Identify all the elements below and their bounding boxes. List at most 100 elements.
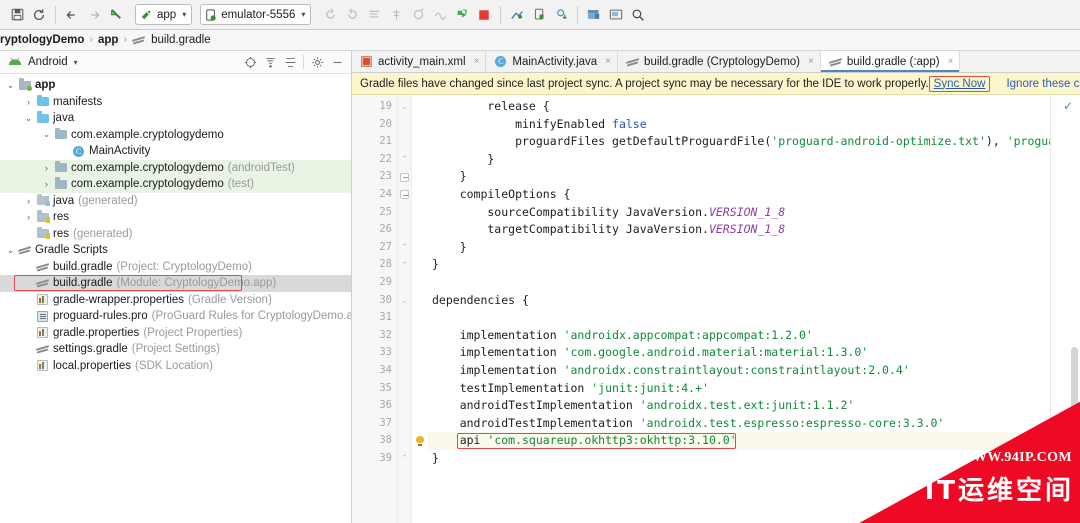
hide-panel-icon[interactable] — [327, 52, 347, 72]
fold-start-down-icon[interactable]: ⌄ — [398, 292, 411, 310]
code-line[interactable]: release { — [428, 98, 1080, 116]
tree-item-manifests[interactable]: › manifests — [0, 94, 351, 111]
tree-item-gradle-scripts[interactable]: ⌄ Gradle Scripts — [0, 242, 351, 259]
tree-item-res[interactable]: res (generated) — [0, 226, 351, 243]
tree-item-app[interactable]: ⌄ app — [0, 77, 351, 94]
code-text-column[interactable]: release { minifyEnabled false proguardFi… — [428, 95, 1080, 523]
tree-item-mainactivity[interactable]: C MainActivity — [0, 143, 351, 160]
fold-collapse-icon[interactable] — [398, 186, 411, 204]
nav-forward-button[interactable] — [83, 4, 105, 26]
settings-gear-icon[interactable] — [307, 52, 327, 72]
code-line[interactable]: } — [428, 239, 1080, 257]
tree-item-gradle-properties[interactable]: gradle.properties (Project Properties) — [0, 325, 351, 342]
layout-inspector-icon[interactable] — [429, 4, 451, 26]
chevron-right-icon[interactable]: › — [22, 212, 35, 222]
code-line[interactable]: implementation 'androidx.constraintlayou… — [428, 362, 1080, 380]
code-line[interactable]: androidTestImplementation 'androidx.test… — [428, 397, 1080, 415]
code-line[interactable]: } — [428, 151, 1080, 169]
tree-item-java[interactable]: ⌄ java — [0, 110, 351, 127]
code-editor[interactable]: 19 20 21 22 23 24 25 26 27 28 29 30 31 32 33 34 35 36 37 38… — [352, 95, 1080, 523]
save-all-button[interactable] — [6, 4, 28, 26]
fold-start-down-icon[interactable]: ⌄ — [398, 98, 411, 116]
tree-item-build-gradle[interactable]: build.gradle (Module: CryptologyDemo.app) — [0, 275, 351, 292]
breadcrumb-item-file[interactable]: build.gradle — [151, 34, 210, 46]
device-file-explorer-icon[interactable] — [506, 4, 528, 26]
sdk-download-icon[interactable] — [550, 4, 572, 26]
undo-arrow-icon[interactable] — [105, 4, 127, 26]
code-line[interactable]: implementation 'com.google.android.mater… — [428, 344, 1080, 362]
chevron-down-icon[interactable]: ⌄ — [40, 129, 53, 140]
run-button[interactable] — [451, 4, 473, 26]
intention-bulb-column[interactable] — [412, 95, 428, 523]
editor-tab-activity-main-xml[interactable]: activity_main.xml × — [352, 51, 487, 72]
code-line[interactable]: testImplementation 'junit:junit:4.+' — [428, 380, 1080, 398]
attach-debugger-icon[interactable] — [407, 4, 429, 26]
sync-now-link[interactable]: Sync Now — [928, 75, 991, 92]
editor-tab-build-gradle-cryptologydemo[interactable]: build.gradle (CryptologyDemo) × — [618, 51, 821, 72]
tree-item-proguard-rules-pro[interactable]: proguard-rules.pro (ProGuard Rules for Cr… — [0, 308, 351, 325]
chevron-right-icon[interactable]: › — [22, 97, 35, 107]
expand-all-icon[interactable] — [260, 52, 280, 72]
close-icon[interactable]: × — [474, 56, 480, 67]
chevron-down-icon[interactable]: ⌄ — [22, 113, 35, 124]
tree-item-com-example-cryptologydemo[interactable]: › com.example.cryptologydemo (androidTest) — [0, 159, 351, 176]
sync-gradle-icon[interactable] — [319, 4, 341, 26]
fold-end-up-icon[interactable]: ⌃ — [398, 239, 411, 257]
code-line[interactable]: sourceCompatibility JavaVersion.VERSION_… — [428, 204, 1080, 222]
run-configuration-selector[interactable]: app ▾ — [135, 4, 193, 25]
breadcrumb-item-module[interactable]: app — [98, 34, 118, 46]
select-opened-file-icon[interactable] — [240, 52, 260, 72]
tree-item-gradle-wrapper-properties[interactable]: gradle-wrapper.properties (Gradle Version… — [0, 292, 351, 309]
collapse-all-icon[interactable] — [280, 52, 300, 72]
chevron-right-icon[interactable]: › — [40, 163, 53, 173]
tree-item-build-gradle[interactable]: build.gradle (Project: CryptologyDemo) — [0, 259, 351, 276]
tree-item-java[interactable]: › java (generated) — [0, 193, 351, 210]
close-icon[interactable]: × — [948, 56, 954, 67]
chevron-down-icon[interactable]: ⌄ — [4, 80, 17, 91]
terminal-icon[interactable] — [605, 4, 627, 26]
chevron-right-icon[interactable]: › — [22, 196, 35, 206]
code-line[interactable]: } — [428, 256, 1080, 274]
avd-manager-icon[interactable] — [341, 4, 363, 26]
close-icon[interactable]: × — [605, 56, 611, 67]
editor-tab-build-gradle-app[interactable]: build.gradle (:app) × — [820, 51, 961, 72]
chevron-down-icon[interactable]: ⌄ — [4, 245, 17, 256]
fold-end-up-icon[interactable]: ⌃ — [398, 450, 411, 468]
intention-bulb-icon[interactable] — [412, 432, 428, 450]
fold-collapse-icon[interactable] — [398, 168, 411, 186]
tree-item-com-example-cryptologydemo[interactable]: ⌄ com.example.cryptologydemo — [0, 127, 351, 144]
code-line[interactable]: } — [428, 450, 1080, 468]
profiler-icon[interactable] — [385, 4, 407, 26]
search-everywhere-icon[interactable] — [627, 4, 649, 26]
tree-item-local-properties[interactable]: local.properties (SDK Location) — [0, 358, 351, 375]
device-manager-icon[interactable] — [528, 4, 550, 26]
code-line[interactable]: targetCompatibility JavaVersion.VERSION_… — [428, 221, 1080, 239]
chevron-right-icon[interactable]: › — [40, 179, 53, 189]
tree-item-settings-gradle[interactable]: settings.gradle (Project Settings) — [0, 341, 351, 358]
tree-item-res[interactable]: › res — [0, 209, 351, 226]
code-line[interactable] — [428, 309, 1080, 327]
code-line[interactable]: proguardFiles getDefaultProguardFile('pr… — [428, 133, 1080, 151]
code-line[interactable]: implementation 'androidx.appcompat:appco… — [428, 327, 1080, 345]
code-line[interactable]: androidTestImplementation 'androidx.test… — [428, 415, 1080, 433]
code-folding-column[interactable]: ⌄ ⌃ ⌃ ⌃ ⌄ ⌃ — [398, 95, 412, 523]
fold-end-up-icon[interactable]: ⌃ — [398, 256, 411, 274]
code-line[interactable]: compileOptions { — [428, 186, 1080, 204]
editor-tab-mainactivity-java[interactable]: C MainActivity.java × — [486, 51, 619, 72]
ignore-changes-link[interactable]: Ignore these changes — [1006, 78, 1080, 90]
code-line[interactable]: } — [428, 168, 1080, 186]
breadcrumb-item-project[interactable]: ryptologyDemo — [0, 34, 84, 46]
code-line[interactable]: api 'com.squareup.okhttp3:okhttp:3.10.0' — [428, 432, 1080, 450]
sync-project-button[interactable] — [28, 4, 50, 26]
project-structure-icon[interactable] — [583, 4, 605, 26]
stop-button[interactable] — [473, 4, 495, 26]
close-icon[interactable]: × — [808, 56, 814, 67]
editor-vertical-scrollbar[interactable] — [1071, 347, 1078, 467]
code-line[interactable] — [428, 274, 1080, 292]
code-line[interactable]: dependencies { — [428, 292, 1080, 310]
sdk-manager-icon[interactable] — [363, 4, 385, 26]
nav-back-button[interactable] — [61, 4, 83, 26]
tree-item-com-example-cryptologydemo[interactable]: › com.example.cryptologydemo (test) — [0, 176, 351, 193]
device-selector[interactable]: emulator-5556 ▾ — [200, 4, 312, 25]
fold-end-up-icon[interactable]: ⌃ — [398, 151, 411, 169]
